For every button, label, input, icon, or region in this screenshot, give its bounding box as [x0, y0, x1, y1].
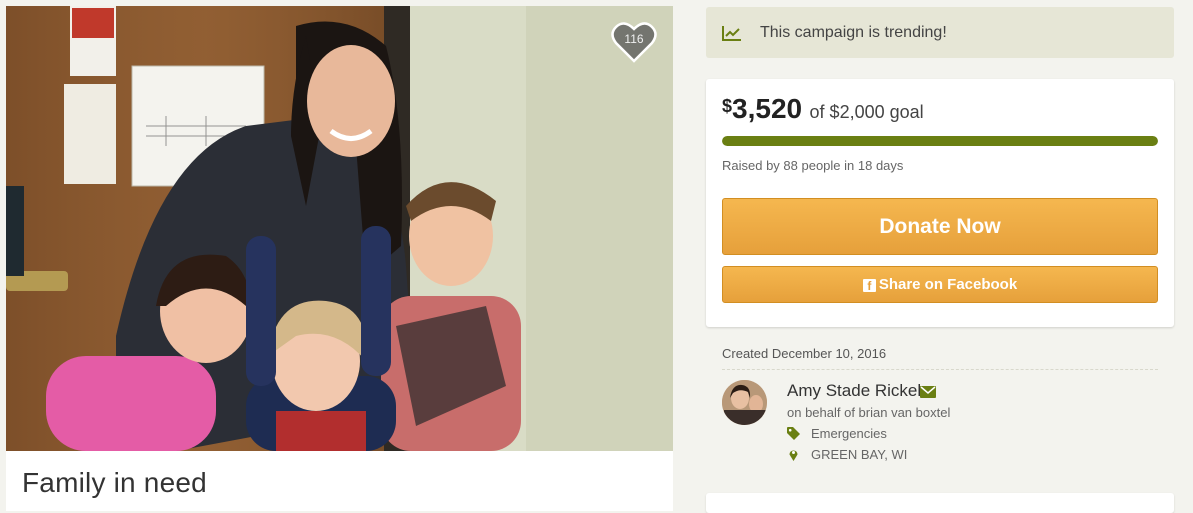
trending-banner: This campaign is trending!	[706, 7, 1174, 58]
goal-amount: of $2,000 goal	[809, 102, 924, 122]
envelope-icon[interactable]	[920, 386, 936, 398]
organizer-name[interactable]: Amy Stade Rickel	[787, 381, 921, 401]
photo-illustration	[6, 6, 673, 451]
avatar-image	[722, 380, 767, 425]
category-label[interactable]: Emergencies	[811, 426, 887, 441]
donation-goal-card: $3,520 of $2,000 goal Raised by 88 peopl…	[706, 79, 1174, 327]
campaign-title: Family in need	[22, 467, 207, 498]
location-row: GREEN BAY, WI	[787, 447, 907, 462]
organizer-avatar[interactable]	[722, 380, 767, 425]
share-facebook-button[interactable]: f Share on Facebook	[722, 266, 1158, 303]
map-pin-icon	[789, 450, 798, 461]
trending-label: This campaign is trending!	[760, 23, 947, 41]
raised-by-text: Raised by 88 people in 18 days	[722, 158, 904, 173]
donate-now-button[interactable]: Donate Now	[722, 198, 1158, 255]
trending-chart-icon	[722, 25, 741, 41]
amount-raised: 3,520	[732, 93, 803, 124]
progress-bar-fill	[722, 136, 1158, 146]
amount-raised-line: $3,520 of $2,000 goal	[722, 93, 924, 125]
heart-count-badge[interactable]: 116	[611, 20, 657, 64]
lower-card	[706, 493, 1174, 513]
currency-symbol: $	[722, 96, 733, 116]
on-behalf-text: on behalf of brian van boxtel	[787, 405, 951, 420]
location-label: GREEN BAY, WI	[811, 447, 908, 462]
campaign-photo[interactable]: 116	[6, 6, 673, 451]
facebook-icon: f	[862, 279, 876, 293]
campaign-title-card: Family in need	[6, 451, 673, 511]
divider	[722, 369, 1158, 370]
created-date: Created December 10, 2016	[722, 346, 887, 361]
share-facebook-label: Share on Facebook	[878, 276, 1018, 293]
category-row[interactable]: Emergencies	[787, 426, 887, 441]
tag-icon	[787, 427, 800, 440]
progress-bar	[722, 136, 1158, 146]
heart-count: 116	[624, 32, 644, 46]
